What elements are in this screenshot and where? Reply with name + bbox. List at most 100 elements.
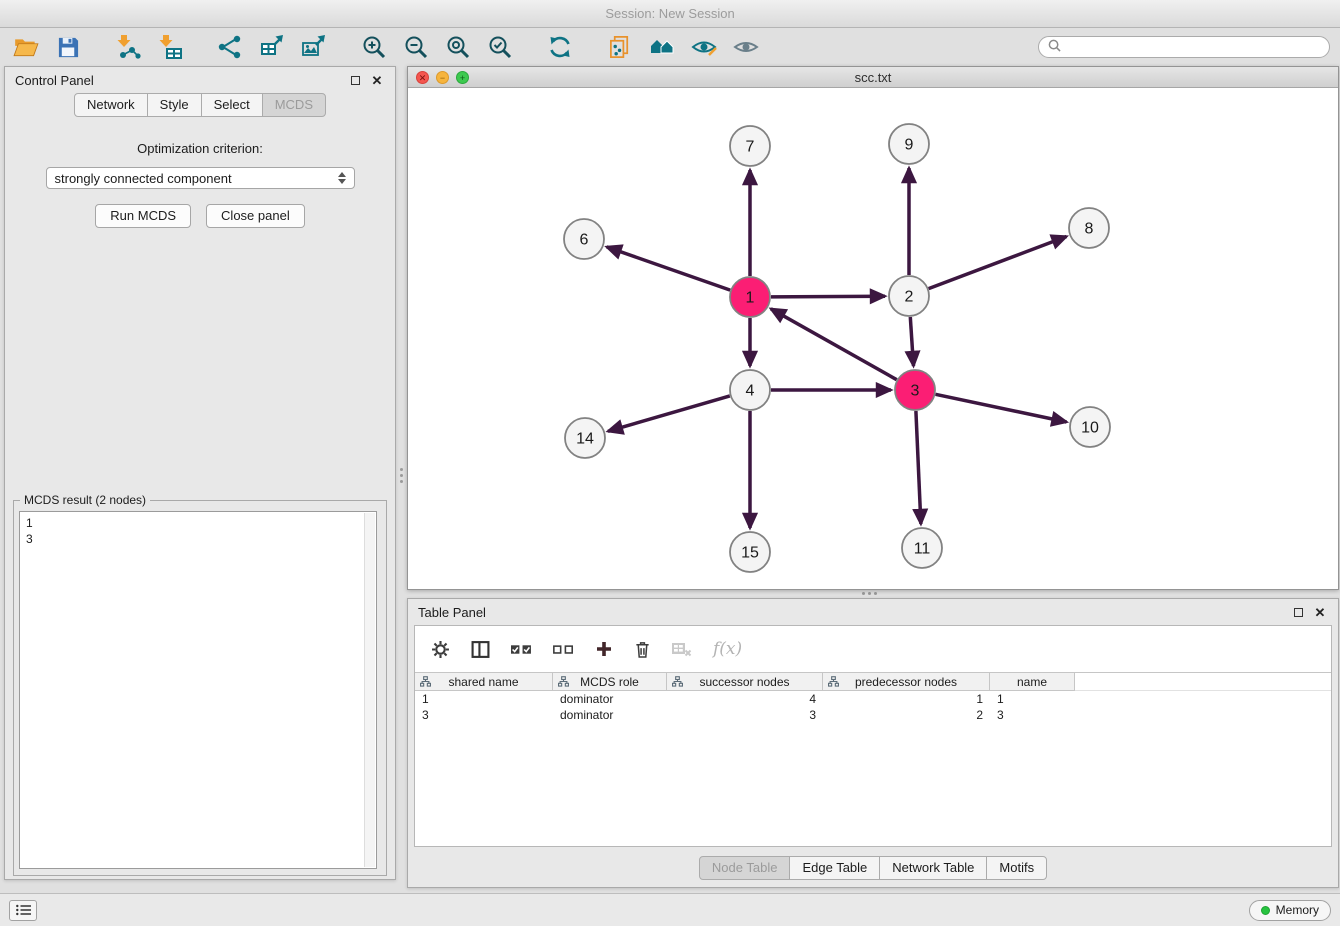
- result-scrollbar[interactable]: [364, 513, 375, 867]
- graph-edge-2-3[interactable]: [910, 317, 913, 366]
- graph-edge-1-2[interactable]: [771, 296, 885, 297]
- refresh-icon[interactable]: [544, 32, 576, 62]
- network-canvas[interactable]: 7 9 6 8 1 2 4 3 14 10 15 11: [408, 88, 1338, 589]
- cell-shared-name[interactable]: 1: [415, 691, 553, 707]
- save-session-icon[interactable]: [52, 32, 84, 62]
- control-panel-title: Control Panel: [15, 73, 94, 88]
- graph-node-9[interactable]: 9: [889, 124, 929, 164]
- memory-button[interactable]: Memory: [1249, 900, 1331, 921]
- select-all-checkboxes-icon[interactable]: [511, 643, 532, 656]
- cell-predecessor-nodes[interactable]: 2: [823, 707, 990, 723]
- cell-mcds-role[interactable]: dominator: [553, 707, 667, 723]
- cell-shared-name[interactable]: 3: [415, 707, 553, 723]
- graph-node-6[interactable]: 6: [564, 219, 604, 259]
- graph-edge-3-1[interactable]: [771, 309, 897, 380]
- graph-node-label: 6: [580, 232, 589, 249]
- close-panel-icon[interactable]: ✕: [369, 72, 385, 88]
- graph-node-7[interactable]: 7: [730, 126, 770, 166]
- houses-icon[interactable]: [646, 32, 678, 62]
- close-panel-button[interactable]: Close panel: [206, 204, 305, 228]
- criterion-dropdown[interactable]: strongly connected component: [46, 167, 355, 189]
- float-table-panel-icon[interactable]: [1290, 604, 1306, 620]
- run-mcds-button[interactable]: Run MCDS: [95, 204, 191, 228]
- add-row-icon[interactable]: [595, 640, 613, 658]
- table-row: 1 dominator 4 1 1: [415, 691, 1331, 707]
- tab-network[interactable]: Network: [74, 93, 148, 117]
- graph-node-11[interactable]: 11: [902, 528, 942, 568]
- zoom-selected-icon[interactable]: [484, 32, 516, 62]
- graph-edge-1-6[interactable]: [607, 247, 731, 290]
- panel-list-icon[interactable]: [9, 900, 37, 921]
- control-panel-header: Control Panel ✕: [5, 67, 395, 93]
- export-table-icon[interactable]: [256, 32, 288, 62]
- tab-network-table[interactable]: Network Table: [879, 856, 987, 880]
- graph-node-8[interactable]: 8: [1069, 208, 1109, 248]
- mcds-result-list: 1 3: [19, 511, 377, 869]
- graph-node-4[interactable]: 4: [730, 370, 770, 410]
- export-network-icon[interactable]: [214, 32, 246, 62]
- table-panel: Table Panel ✕: [407, 598, 1339, 888]
- mcds-result-title: MCDS result (2 nodes): [20, 493, 150, 507]
- cell-successor-nodes[interactable]: 3: [667, 707, 823, 723]
- zoom-in-icon[interactable]: [358, 32, 390, 62]
- graph-node-2[interactable]: 2: [889, 276, 929, 316]
- eye-pencil-icon[interactable]: [688, 32, 720, 62]
- graph-edge-2-8[interactable]: [929, 237, 1067, 289]
- maximize-window-icon[interactable]: +: [456, 71, 469, 84]
- close-window-icon[interactable]: ✕: [416, 71, 429, 84]
- vertical-splitter[interactable]: [398, 462, 405, 488]
- import-table-icon[interactable]: [154, 32, 186, 62]
- tab-motifs[interactable]: Motifs: [986, 856, 1047, 880]
- close-table-panel-icon[interactable]: ✕: [1312, 604, 1328, 620]
- clone-network-icon[interactable]: [604, 32, 636, 62]
- graph-node-15[interactable]: 15: [730, 532, 770, 572]
- graph-edge-4-14[interactable]: [608, 396, 730, 431]
- open-file-icon[interactable]: [10, 32, 42, 62]
- export-image-icon[interactable]: [298, 32, 330, 62]
- column-header-shared-name[interactable]: shared name: [415, 673, 553, 691]
- graph-node-label: 4: [746, 383, 755, 400]
- graph-node-1[interactable]: 1: [730, 277, 770, 317]
- cell-name[interactable]: 1: [990, 691, 1075, 707]
- tab-node-table[interactable]: Node Table: [699, 856, 791, 880]
- deselect-all-checkboxes-icon[interactable]: [553, 643, 574, 656]
- eye-icon[interactable]: [730, 32, 762, 62]
- control-panel-tabs: Network Style Select MCDS: [5, 93, 395, 117]
- graph-node-10[interactable]: 10: [1070, 407, 1110, 447]
- columns-icon[interactable]: [471, 640, 490, 659]
- session-title: Session: New Session: [605, 6, 734, 21]
- table-panel-title: Table Panel: [418, 605, 486, 620]
- tab-style[interactable]: Style: [147, 93, 202, 117]
- import-network-icon[interactable]: [112, 32, 144, 62]
- graph-edge-3-11[interactable]: [916, 411, 921, 524]
- network-window-title: scc.txt: [855, 70, 892, 85]
- graph-node-label: 9: [905, 137, 914, 154]
- zoom-out-icon[interactable]: [400, 32, 432, 62]
- cell-successor-nodes[interactable]: 4: [667, 691, 823, 707]
- horizontal-splitter[interactable]: [856, 590, 882, 597]
- search-icon: [1048, 39, 1061, 55]
- table-panel-header: Table Panel ✕: [408, 599, 1338, 625]
- cell-predecessor-nodes[interactable]: 1: [823, 691, 990, 707]
- graph-edge-3-10[interactable]: [936, 394, 1067, 422]
- column-header-successor-nodes[interactable]: successor nodes: [667, 673, 823, 691]
- column-header-predecessor-nodes[interactable]: predecessor nodes: [823, 673, 990, 691]
- tab-mcds[interactable]: MCDS: [262, 93, 326, 117]
- graph-node-3[interactable]: 3: [895, 370, 935, 410]
- table-toolbar: f(x): [415, 626, 1331, 672]
- trash-icon[interactable]: [634, 640, 651, 659]
- graph-node-label: 11: [914, 541, 931, 558]
- graph-node-label: 8: [1085, 221, 1094, 238]
- cell-mcds-role[interactable]: dominator: [553, 691, 667, 707]
- minimize-window-icon[interactable]: −: [436, 71, 449, 84]
- gear-icon[interactable]: [431, 640, 450, 659]
- tab-select[interactable]: Select: [201, 93, 263, 117]
- float-panel-icon[interactable]: [347, 72, 363, 88]
- cell-name[interactable]: 3: [990, 707, 1075, 723]
- search-input[interactable]: [1066, 40, 1320, 54]
- column-header-mcds-role[interactable]: MCDS role: [553, 673, 667, 691]
- tab-edge-table[interactable]: Edge Table: [789, 856, 880, 880]
- zoom-fit-icon[interactable]: [442, 32, 474, 62]
- column-header-name[interactable]: name: [990, 673, 1075, 691]
- graph-node-14[interactable]: 14: [565, 418, 605, 458]
